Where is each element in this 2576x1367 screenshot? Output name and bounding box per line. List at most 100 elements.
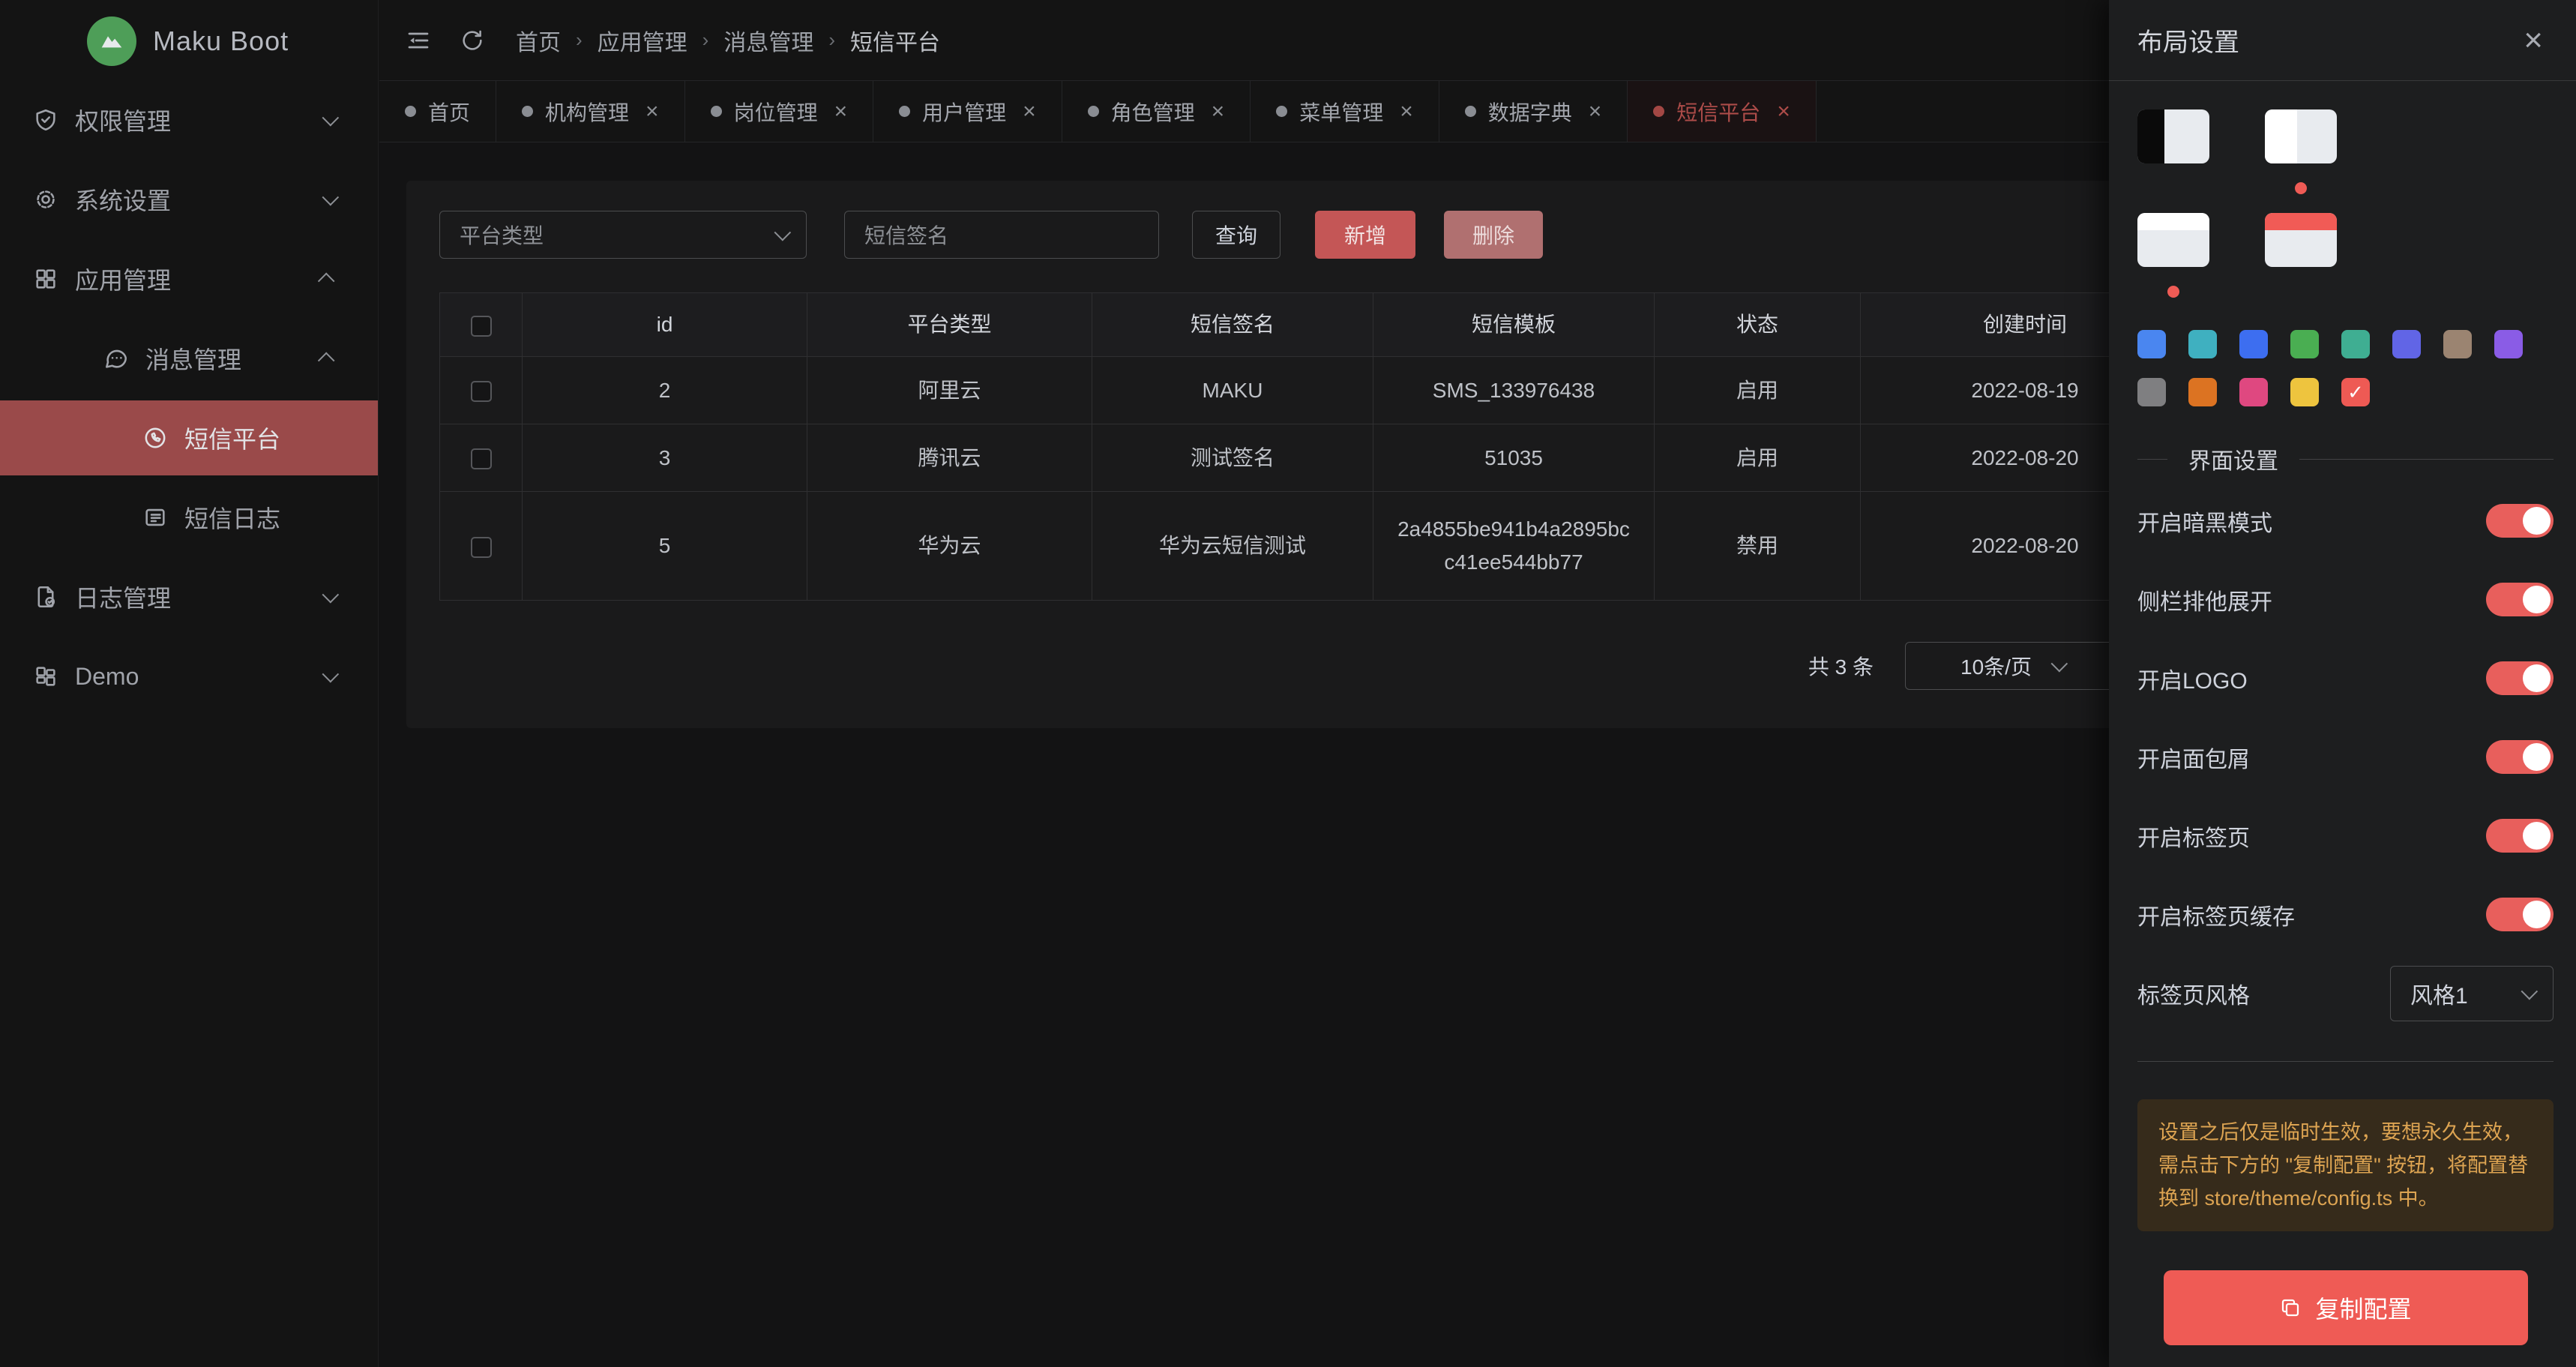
breadcrumb-item[interactable]: 短信平台 xyxy=(850,24,940,57)
tab-org[interactable]: 机构管理 × xyxy=(496,81,685,142)
divider-line xyxy=(2137,459,2167,460)
theme-color-swatch-selected[interactable]: ✓ xyxy=(2341,378,2370,406)
breadcrumb-toggle[interactable] xyxy=(2486,740,2554,774)
sidebar-accordion-toggle[interactable] xyxy=(2486,583,2554,616)
layout-option-light-topbar[interactable] xyxy=(2137,213,2209,267)
selection-dot-slot xyxy=(2137,267,2209,316)
sidebar-item-permissions[interactable]: 权限管理 xyxy=(0,82,378,157)
setting-label: 侧栏排他展开 xyxy=(2137,583,2272,616)
breadcrumb-item[interactable]: 应用管理 xyxy=(598,24,687,57)
sidebar-item-applications[interactable]: 应用管理 xyxy=(0,241,378,316)
chevron-down-icon xyxy=(322,109,340,127)
tab-style-select[interactable]: 风格1 xyxy=(2390,966,2554,1021)
tab-close-icon[interactable]: × xyxy=(1023,100,1036,123)
tab-close-icon[interactable]: × xyxy=(1777,100,1790,123)
collapse-sidebar-icon[interactable] xyxy=(402,24,435,57)
primary-topbar-strip xyxy=(2265,213,2337,230)
col-header-sign: 短信签名 xyxy=(1092,293,1373,357)
row-checkbox[interactable] xyxy=(471,448,492,469)
tab-close-icon[interactable]: × xyxy=(1212,100,1225,123)
drawer-body: ✓ 界面设置 开启暗黑模式 侧栏排他展开 开启LOGO xyxy=(2109,81,2576,1367)
theme-color-swatch[interactable] xyxy=(2239,330,2268,358)
tab-role[interactable]: 角色管理 × xyxy=(1062,81,1251,142)
chevron-down-icon xyxy=(322,189,340,206)
tab-style-value: 风格1 xyxy=(2410,977,2468,1010)
sidebar-item-sms-platform[interactable]: 短信平台 xyxy=(0,400,378,475)
copy-config-button[interactable]: 复制配置 xyxy=(2164,1270,2528,1345)
theme-color-swatch[interactable] xyxy=(2341,330,2370,358)
cell-template: SMS_133976438 xyxy=(1373,357,1655,424)
cell-status: 禁用 xyxy=(1655,492,1861,601)
col-header-platform: 平台类型 xyxy=(807,293,1092,357)
tabs-toggle[interactable] xyxy=(2486,819,2554,853)
table-row[interactable]: 5 华为云 华为云短信测试 2a4855be941b4a2895bcc41ee5… xyxy=(440,492,2190,601)
sidebar-item-system[interactable]: 系统设置 xyxy=(0,162,378,237)
layout-option-light-sidebar[interactable] xyxy=(2265,109,2337,163)
chevron-down-icon xyxy=(322,666,340,683)
setting-label: 开启标签页缓存 xyxy=(2137,898,2295,931)
theme-color-swatch[interactable] xyxy=(2137,378,2166,406)
sidebar-item-sms-log[interactable]: 短信日志 xyxy=(0,480,378,555)
tab-dot xyxy=(405,106,416,117)
cell-status: 启用 xyxy=(1655,424,1861,492)
sms-sign-input[interactable]: 短信签名 xyxy=(844,211,1159,259)
tab-sms-platform[interactable]: 短信平台 × xyxy=(1628,81,1817,142)
sidebar-item-logs[interactable]: 日志管理 xyxy=(0,559,378,634)
add-button[interactable]: 新增 xyxy=(1315,211,1415,259)
breadcrumb-item[interactable]: 消息管理 xyxy=(723,24,813,57)
cell-sign: MAKU xyxy=(1092,357,1373,424)
theme-color-swatch[interactable] xyxy=(2188,330,2217,358)
delete-button[interactable]: 删除 xyxy=(1444,211,1543,259)
theme-color-swatch[interactable] xyxy=(2290,330,2319,358)
close-icon[interactable]: × xyxy=(2524,24,2543,57)
tab-post[interactable]: 岗位管理 × xyxy=(685,81,874,142)
refresh-icon[interactable] xyxy=(456,24,489,57)
search-button[interactable]: 查询 xyxy=(1192,211,1281,259)
platform-type-select[interactable]: 平台类型 xyxy=(439,211,807,259)
logo-toggle[interactable] xyxy=(2486,661,2554,695)
row-checkbox[interactable] xyxy=(471,381,492,402)
theme-color-swatch[interactable] xyxy=(2188,378,2217,406)
dark-mode-toggle[interactable] xyxy=(2486,504,2554,538)
chevron-down-icon xyxy=(322,586,340,604)
page-size-select[interactable]: 10条/页 xyxy=(1905,642,2119,690)
sidebar-item-label: 短信日志 xyxy=(184,500,280,535)
tab-close-icon[interactable]: × xyxy=(834,100,848,123)
tabs-cache-toggle[interactable] xyxy=(2486,898,2554,931)
setting-logo: 开启LOGO xyxy=(2137,639,2554,718)
layout-option-dark-sidebar[interactable] xyxy=(2137,109,2209,163)
tab-label: 岗位管理 xyxy=(734,97,818,127)
tab-dict[interactable]: 数据字典 × xyxy=(1439,81,1628,142)
breadcrumb-item[interactable]: 首页 xyxy=(516,24,561,57)
tab-label: 用户管理 xyxy=(922,97,1006,127)
tab-home[interactable]: 首页 xyxy=(379,81,496,142)
sidebar-item-demo[interactable]: Demo xyxy=(0,639,378,714)
table-row[interactable]: 3 腾讯云 测试签名 51035 启用 2022-08-20 xyxy=(440,424,2190,492)
copy-icon xyxy=(2279,1297,2302,1319)
theme-color-swatch[interactable] xyxy=(2239,378,2268,406)
settings-notice: 设置之后仅是临时生效，要想永久生效，需点击下方的 "复制配置" 按钮，将配置替换… xyxy=(2137,1099,2554,1231)
table-row[interactable]: 2 阿里云 MAKU SMS_133976438 启用 2022-08-19 xyxy=(440,357,2190,424)
theme-color-swatch[interactable] xyxy=(2494,330,2523,358)
tab-label: 数据字典 xyxy=(1488,97,1572,127)
tab-close-icon[interactable]: × xyxy=(645,100,659,123)
header-checkbox-cell xyxy=(440,293,523,357)
interface-settings-divider: 界面设置 xyxy=(2137,442,2554,475)
setting-breadcrumb: 开启面包屑 xyxy=(2137,718,2554,796)
setting-label: 开启暗黑模式 xyxy=(2137,505,2272,538)
sidebar-item-messages[interactable]: 消息管理 xyxy=(0,321,378,396)
row-checkbox[interactable] xyxy=(471,537,492,558)
tab-menu[interactable]: 菜单管理 × xyxy=(1251,81,1439,142)
select-all-checkbox[interactable] xyxy=(471,316,492,337)
layout-option-primary-topbar[interactable] xyxy=(2265,213,2337,267)
toggle-knob xyxy=(2523,507,2551,535)
document-check-icon xyxy=(33,584,58,610)
tab-close-icon[interactable]: × xyxy=(1400,100,1413,123)
theme-color-swatch[interactable] xyxy=(2392,330,2421,358)
tab-close-icon[interactable]: × xyxy=(1589,100,1602,123)
tab-user[interactable]: 用户管理 × xyxy=(873,81,1062,142)
theme-color-swatch[interactable] xyxy=(2443,330,2472,358)
sidebar-item-label: 系统设置 xyxy=(75,182,171,217)
theme-color-swatch[interactable] xyxy=(2290,378,2319,406)
theme-color-swatch[interactable] xyxy=(2137,330,2166,358)
